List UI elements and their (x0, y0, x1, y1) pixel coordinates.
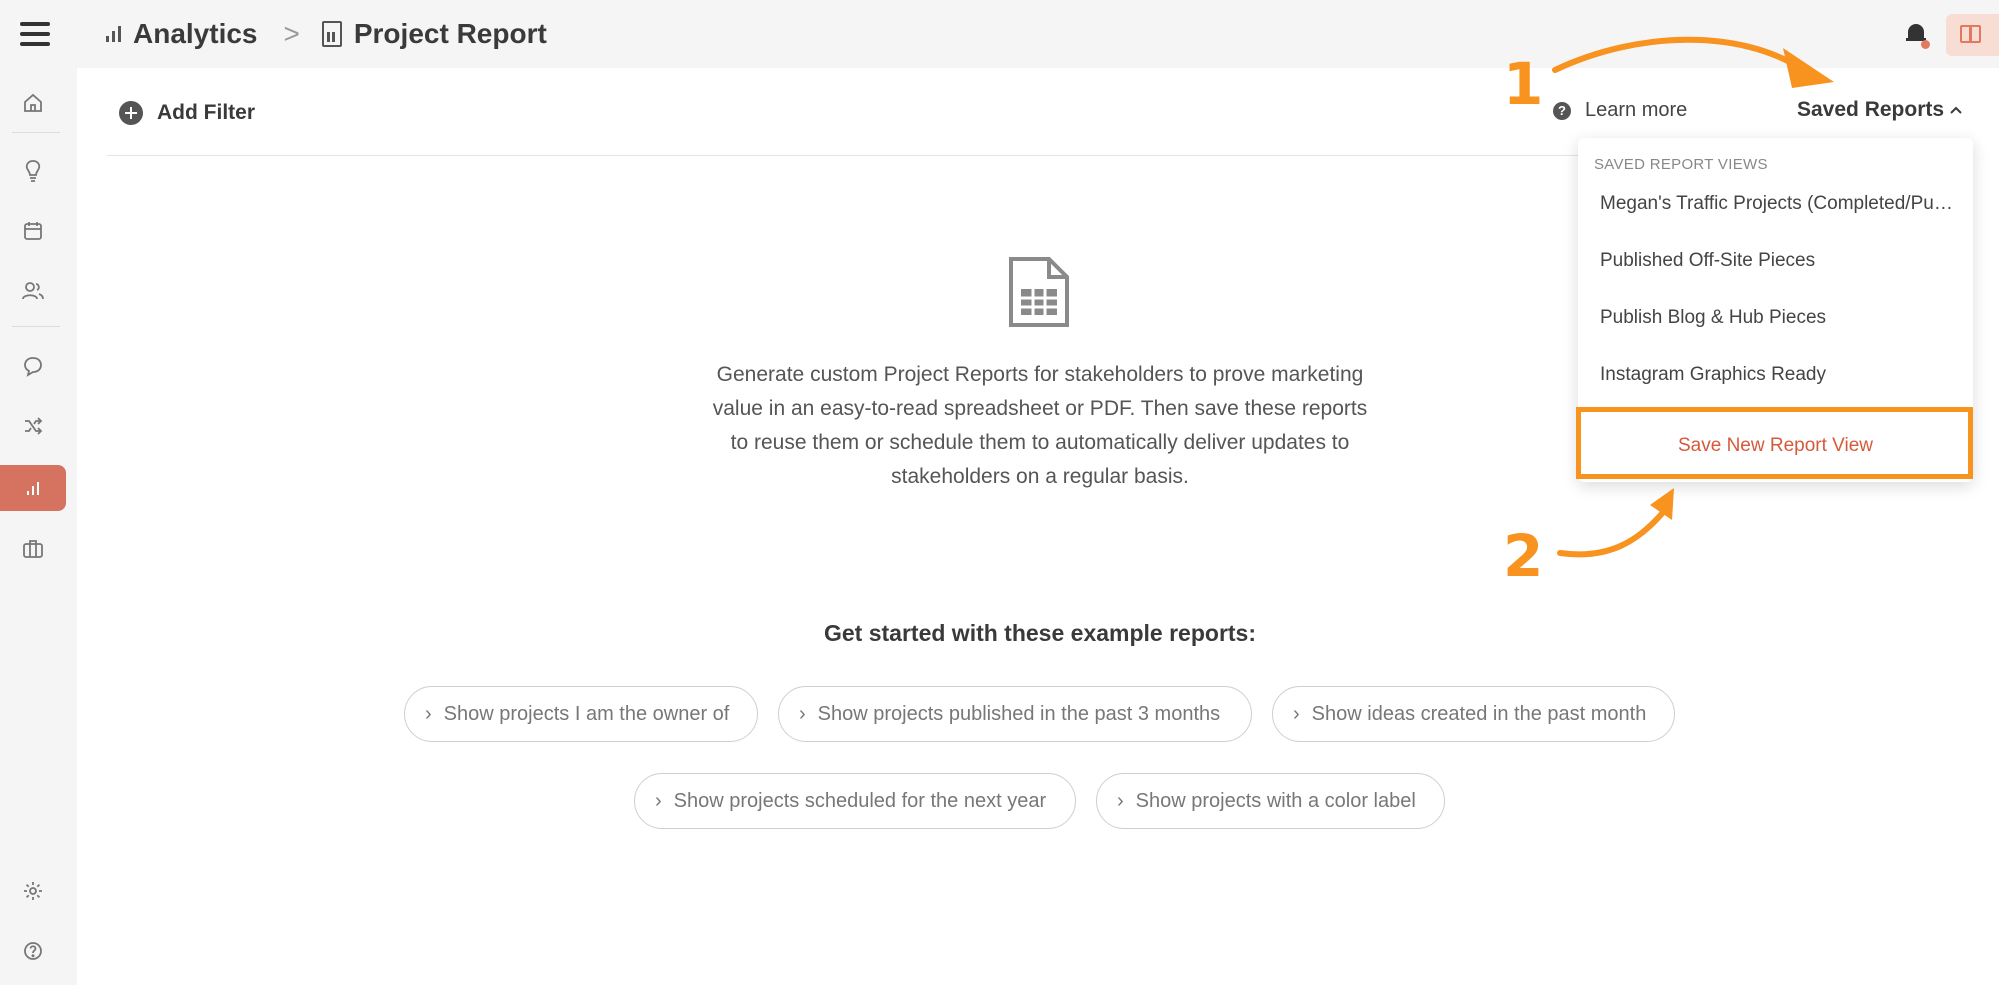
chip-label: Show projects with a color label (1135, 789, 1416, 812)
chevron-right-icon: › (655, 789, 662, 812)
annotation-step-1: 1 (1503, 50, 1544, 118)
example-report-chip[interactable]: › Show ideas created in the past month (1272, 686, 1675, 742)
saved-reports-dropdown: SAVED REPORT VIEWS Megan's Traffic Proje… (1578, 138, 1973, 482)
description-line: stakeholders on a regular basis. (891, 465, 1189, 488)
add-filter-label: Add Filter (157, 101, 255, 124)
plus-circle-icon (119, 101, 143, 125)
saved-reports-button[interactable]: Saved Reports (1797, 98, 1962, 122)
get-started-heading: Get started with these example reports: (823, 620, 1256, 646)
chevron-right-icon: › (425, 702, 432, 725)
sidebar (0, 68, 77, 985)
calendar-icon[interactable] (0, 208, 66, 254)
saved-report-item[interactable]: Instagram Graphics Ready (1600, 364, 1960, 386)
breadcrumb: Analytics > Project Report (106, 14, 547, 54)
annotation-step-2: 2 (1503, 522, 1544, 590)
home-icon[interactable] (0, 80, 66, 126)
save-new-report-view-button[interactable]: Save New Report View (1578, 410, 1973, 482)
spreadsheet-icon (1009, 257, 1069, 327)
breadcrumb-separator: > (283, 18, 300, 49)
gear-icon[interactable] (0, 868, 66, 914)
example-report-chip[interactable]: › Show projects I am the owner of (404, 686, 758, 742)
empty-state-description: Generate custom Project Reports for stak… (640, 358, 1440, 494)
chip-label: Show projects scheduled for the next yea… (673, 789, 1047, 812)
example-report-chip[interactable]: › Show projects with a color label (1096, 773, 1445, 829)
notification-dot (1921, 40, 1930, 49)
menu-icon[interactable] (20, 22, 50, 46)
book-icon[interactable] (1946, 14, 1999, 56)
saved-report-item[interactable]: Published Off-Site Pieces (1600, 250, 1960, 272)
chevron-right-icon: › (1293, 702, 1300, 725)
chevron-right-icon: › (799, 702, 806, 725)
breadcrumb-analytics[interactable]: Analytics (133, 18, 258, 50)
example-report-chip[interactable]: › Show projects scheduled for the next y… (634, 773, 1076, 829)
chip-label: Show ideas created in the past month (1311, 702, 1647, 725)
example-report-chip[interactable]: › Show projects published in the past 3 … (778, 686, 1252, 742)
learn-more-link[interactable]: ? Learn more (1553, 99, 1687, 122)
briefcase-icon[interactable] (0, 526, 66, 572)
saved-reports-label: Saved Reports (1797, 98, 1945, 121)
question-icon: ? (1553, 101, 1571, 120)
people-icon[interactable] (0, 268, 66, 314)
description-line: value in an easy-to-read spreadsheet or … (712, 397, 1368, 420)
chip-label: Show projects published in the past 3 mo… (817, 702, 1221, 725)
description-line: to reuse them or schedule them to automa… (730, 431, 1350, 454)
help-icon[interactable] (0, 928, 66, 974)
chevron-up-icon (1950, 106, 1962, 114)
saved-report-item[interactable]: Megan's Traffic Projects (Completed/Publ… (1600, 193, 1960, 215)
analytics-icon (106, 26, 121, 42)
analytics-icon[interactable] (0, 465, 66, 511)
document-icon (321, 21, 342, 47)
lightbulb-icon[interactable] (0, 148, 66, 194)
page-title: Project Report (353, 18, 547, 49)
chat-icon[interactable] (0, 343, 66, 389)
learn-more-label: Learn more (1585, 99, 1688, 121)
chevron-right-icon: › (1117, 789, 1124, 812)
shuffle-icon[interactable] (0, 403, 66, 449)
chip-label: Show projects I am the owner of (443, 702, 730, 725)
dropdown-header: SAVED REPORT VIEWS (1594, 156, 1768, 173)
saved-report-item[interactable]: Publish Blog & Hub Pieces (1600, 307, 1960, 329)
notification-bell-icon[interactable] (1905, 22, 1930, 49)
add-filter-button[interactable]: Add Filter (119, 101, 255, 125)
description-line: Generate custom Project Reports for stak… (716, 363, 1364, 386)
top-bar: Analytics > Project Report (0, 0, 1999, 68)
